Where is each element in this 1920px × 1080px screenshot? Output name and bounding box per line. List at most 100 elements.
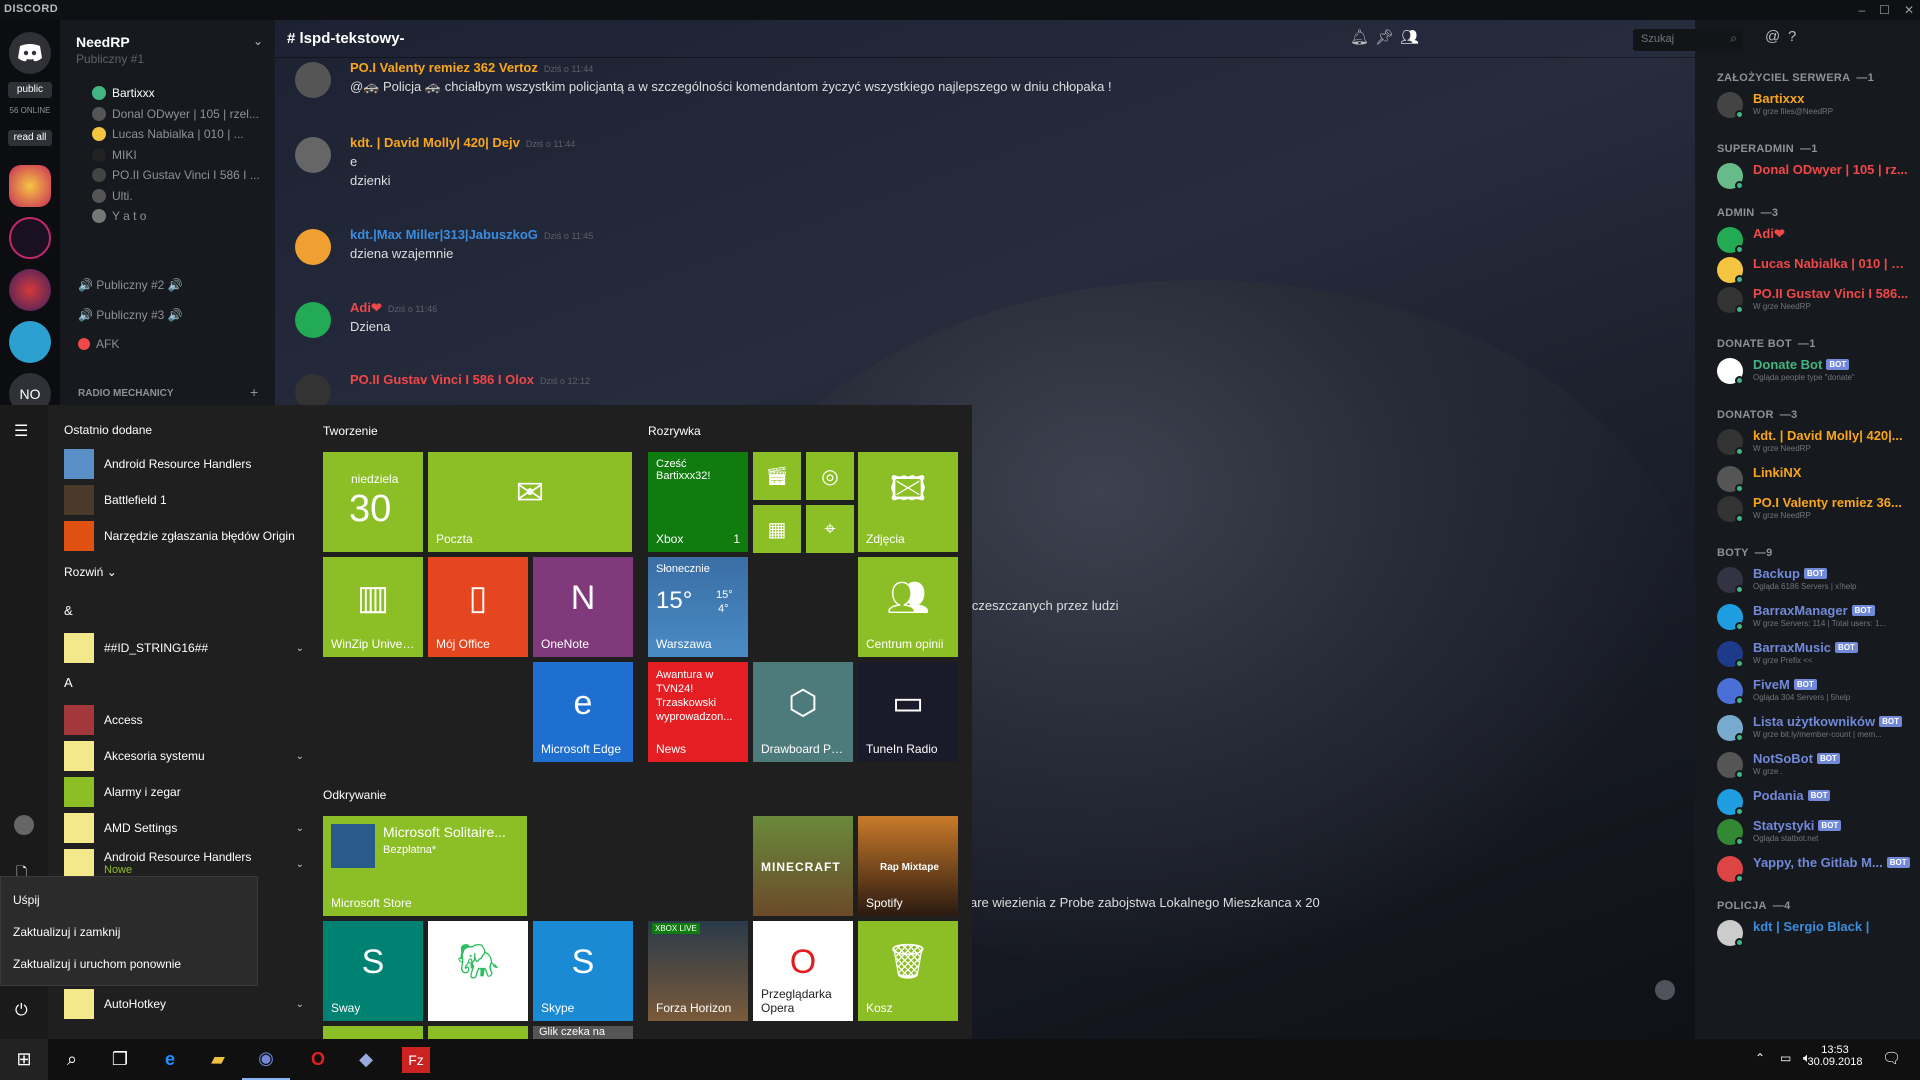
bell-icon[interactable]: 🔔︎ (1350, 28, 1369, 46)
start-app-item[interactable]: Battlefield 1 (64, 485, 304, 515)
minimize-button[interactable]: – (1858, 3, 1865, 17)
member-item[interactable]: Donate Bot BOT Ogląda people type "donate" (1717, 354, 1917, 388)
chevron-down-icon[interactable]: ⌄ (253, 34, 263, 48)
member-item[interactable]: PO.I Valenty remiez 36... W grze NeedRP (1717, 492, 1917, 526)
weather-tile[interactable]: Warszawa Słonecznie 15° 15° 4° (648, 557, 748, 657)
chevron-down-icon[interactable]: ⌄ (296, 999, 304, 1010)
photos-tile[interactable]: 🖾︎ Zdjęcia (858, 452, 958, 552)
emoji-icon[interactable] (1655, 980, 1675, 1000)
clock[interactable]: 13:53 30.09.2018 (1805, 1044, 1865, 1068)
voice-user[interactable]: Ulti. (92, 185, 270, 207)
minecraft-tile[interactable]: MINECRAFT (753, 816, 853, 916)
spotify-tile[interactable]: Spotify Rap Mixtape (858, 816, 958, 916)
file-explorer-icon[interactable]: ▰ (194, 1039, 242, 1080)
message-author[interactable]: kdt. | David Molly| 420| Dejv Dziś o 11:4… (350, 135, 575, 150)
member-item[interactable]: NotSoBot BOT W grze . (1717, 748, 1917, 782)
tray-chevron-icon[interactable]: ⌃ (1755, 1051, 1765, 1065)
start-app-item[interactable]: Android Resource Handlers Nowe ⌄ (64, 849, 304, 879)
member-item[interactable]: Statystyki BOT Ogląda statbot.net (1717, 815, 1917, 849)
member-item[interactable]: Lista użytkowników BOT W grze bit.ly/membe… (1717, 711, 1917, 745)
winzip-tile[interactable]: ▥ WinZip Univer... (323, 557, 423, 657)
server-icon-b[interactable] (9, 217, 51, 259)
server-name[interactable]: NeedRP (76, 34, 130, 50)
voice-user[interactable]: MIKI (92, 144, 270, 166)
evernote-tile[interactable]: 🐘︎ (428, 921, 528, 1021)
author-avatar[interactable] (295, 62, 331, 98)
letter-header[interactable]: A (64, 675, 73, 690)
tile-partial[interactable] (323, 1026, 423, 1039)
start-app-item[interactable]: Akcesoria systemu ⌄ (64, 741, 304, 771)
mail-tile[interactable]: ✉ Poczta (428, 452, 632, 552)
member-item[interactable]: PO.II Gustav Vinci I 586... W grze NeedRP (1717, 283, 1917, 317)
member-item[interactable]: Backup BOT Ogląda 6186 Servers | x!help (1717, 563, 1917, 597)
member-item[interactable]: BarraxManager BOT W grze Servers: 114 | To… (1717, 600, 1917, 634)
sleep-option[interactable]: Uśpij (13, 893, 40, 907)
add-channel-icon[interactable]: + (250, 384, 258, 400)
task-view-icon[interactable]: ❐ (96, 1039, 144, 1080)
voice-user[interactable]: Bartixxx (92, 82, 270, 104)
close-button[interactable]: ✕ (1904, 3, 1914, 17)
author-avatar[interactable] (295, 137, 331, 173)
server-icon-red[interactable] (9, 269, 51, 311)
edge-icon[interactable]: e (146, 1039, 194, 1080)
pin-icon[interactable]: 📌︎ (1375, 28, 1394, 46)
filezilla-icon[interactable]: Fz (402, 1047, 430, 1073)
start-app-item[interactable]: AutoHotkey ⌄ (64, 989, 304, 1019)
maximize-button[interactable]: ☐ (1879, 3, 1890, 17)
start-app-item[interactable]: Access (64, 705, 304, 735)
public-badge[interactable]: public (8, 82, 52, 98)
recycle-bin-tile[interactable]: 🗑︎ Kosz (858, 921, 958, 1021)
message-author[interactable]: PO.I Valenty remiez 362 Vertoz Dziś o 11:… (350, 60, 593, 75)
skype-tile[interactable]: S Skype (533, 921, 633, 1021)
edge-tile[interactable]: e Microsoft Edge (533, 662, 633, 762)
member-item[interactable]: Bartixxx W grze files@NeedRP (1717, 88, 1917, 122)
start-app-item[interactable]: Narzędzie zgłaszania błędów Origin (64, 521, 304, 551)
member-item[interactable]: Yappy, the Gitlab M... BOT (1717, 852, 1917, 886)
category-radio-mechanicy[interactable]: RADIO MECHANICY (78, 382, 273, 404)
maps-tile[interactable]: ⌖ (806, 505, 854, 553)
update-restart-option[interactable]: Zaktualizuj i uruchom ponownie (13, 957, 181, 971)
paint-icon[interactable]: ◆ (342, 1039, 390, 1080)
voice-channel-afk[interactable]: AFK (78, 333, 273, 355)
help-icon[interactable]: ? (1788, 28, 1796, 45)
xbox-tile[interactable]: Xbox Cześć Bartixxx32! 1 (648, 452, 748, 552)
calendar-tile[interactable]: niedziela 30 (323, 452, 423, 552)
voice-user[interactable]: PO.II Gustav Vinci I 586 I ... (92, 164, 270, 186)
opera-tile[interactable]: O Przeglądarka Opera (753, 921, 853, 1021)
movies-tile[interactable]: 🎬︎ (753, 452, 801, 500)
start-app-item[interactable]: Alarmy i zegar (64, 777, 304, 807)
chevron-down-icon[interactable]: ⌄ (296, 643, 304, 654)
update-shutdown-option[interactable]: Zaktualizuj i zamknij (13, 925, 120, 939)
member-item[interactable]: Podania BOT (1717, 785, 1917, 819)
voice-user[interactable]: Y a t o (92, 205, 270, 227)
message-author[interactable]: PO.II Gustav Vinci I 586 I Olox Dziś o 12… (350, 372, 590, 387)
voice-channel-3[interactable]: 🔊 Publiczny #3 🔊 (78, 304, 273, 326)
voice-channel-2[interactable]: 🔊 Publiczny #2 🔊 (78, 274, 273, 296)
start-app-item[interactable]: Android Resource Handlers (64, 449, 304, 479)
start-app-item[interactable]: AMD Settings ⌄ (64, 813, 304, 843)
office-tile[interactable]: ▯ Mój Office (428, 557, 528, 657)
windows-start-icon[interactable]: ⊞ (0, 1039, 48, 1080)
voice-user[interactable]: Lucas Nabialka | 010 | ... (92, 123, 270, 145)
solitaire-tile[interactable]: Microsoft Store Microsoft Solitaire... Bez… (323, 816, 527, 916)
author-avatar[interactable] (295, 229, 331, 265)
members-icon[interactable]: 👥︎ (1400, 28, 1419, 46)
network-icon[interactable]: ▭ (1780, 1051, 1791, 1065)
mention-icon[interactable]: @ (1765, 28, 1780, 45)
chevron-down-icon[interactable]: ⌄ (296, 823, 304, 834)
member-item[interactable]: LinkiNX (1717, 462, 1917, 496)
server-icon-bot[interactable] (9, 321, 51, 363)
glik-tile[interactable]: Glik czeka na (533, 1026, 633, 1039)
start-app-item[interactable]: ##ID_STRING16## ⌄ (64, 633, 304, 663)
voice-user[interactable]: Donal ODwyer | 105 | rzel... (92, 103, 270, 125)
member-item[interactable]: Adi❤ (1717, 223, 1917, 257)
forza-tile[interactable]: Forza Horizon XBOX LIVE (648, 921, 748, 1021)
member-item[interactable]: kdt | Sergio Black | (1717, 916, 1917, 950)
news-tile[interactable]: News Awantura w TVN24! Trzaskowski wyprow… (648, 662, 748, 762)
member-item[interactable]: kdt. | David Molly| 420|... W grze NeedRP (1717, 425, 1917, 459)
drawboard-tile[interactable]: ⬡ Drawboard PDF (753, 662, 853, 762)
groove-tile[interactable]: ◎ (806, 452, 854, 500)
member-item[interactable]: FiveM BOT Ogląda 304 Servers | 5help (1717, 674, 1917, 708)
discord-home-icon[interactable] (9, 32, 51, 74)
tunein-tile[interactable]: ▭ TuneIn Radio (858, 662, 958, 762)
